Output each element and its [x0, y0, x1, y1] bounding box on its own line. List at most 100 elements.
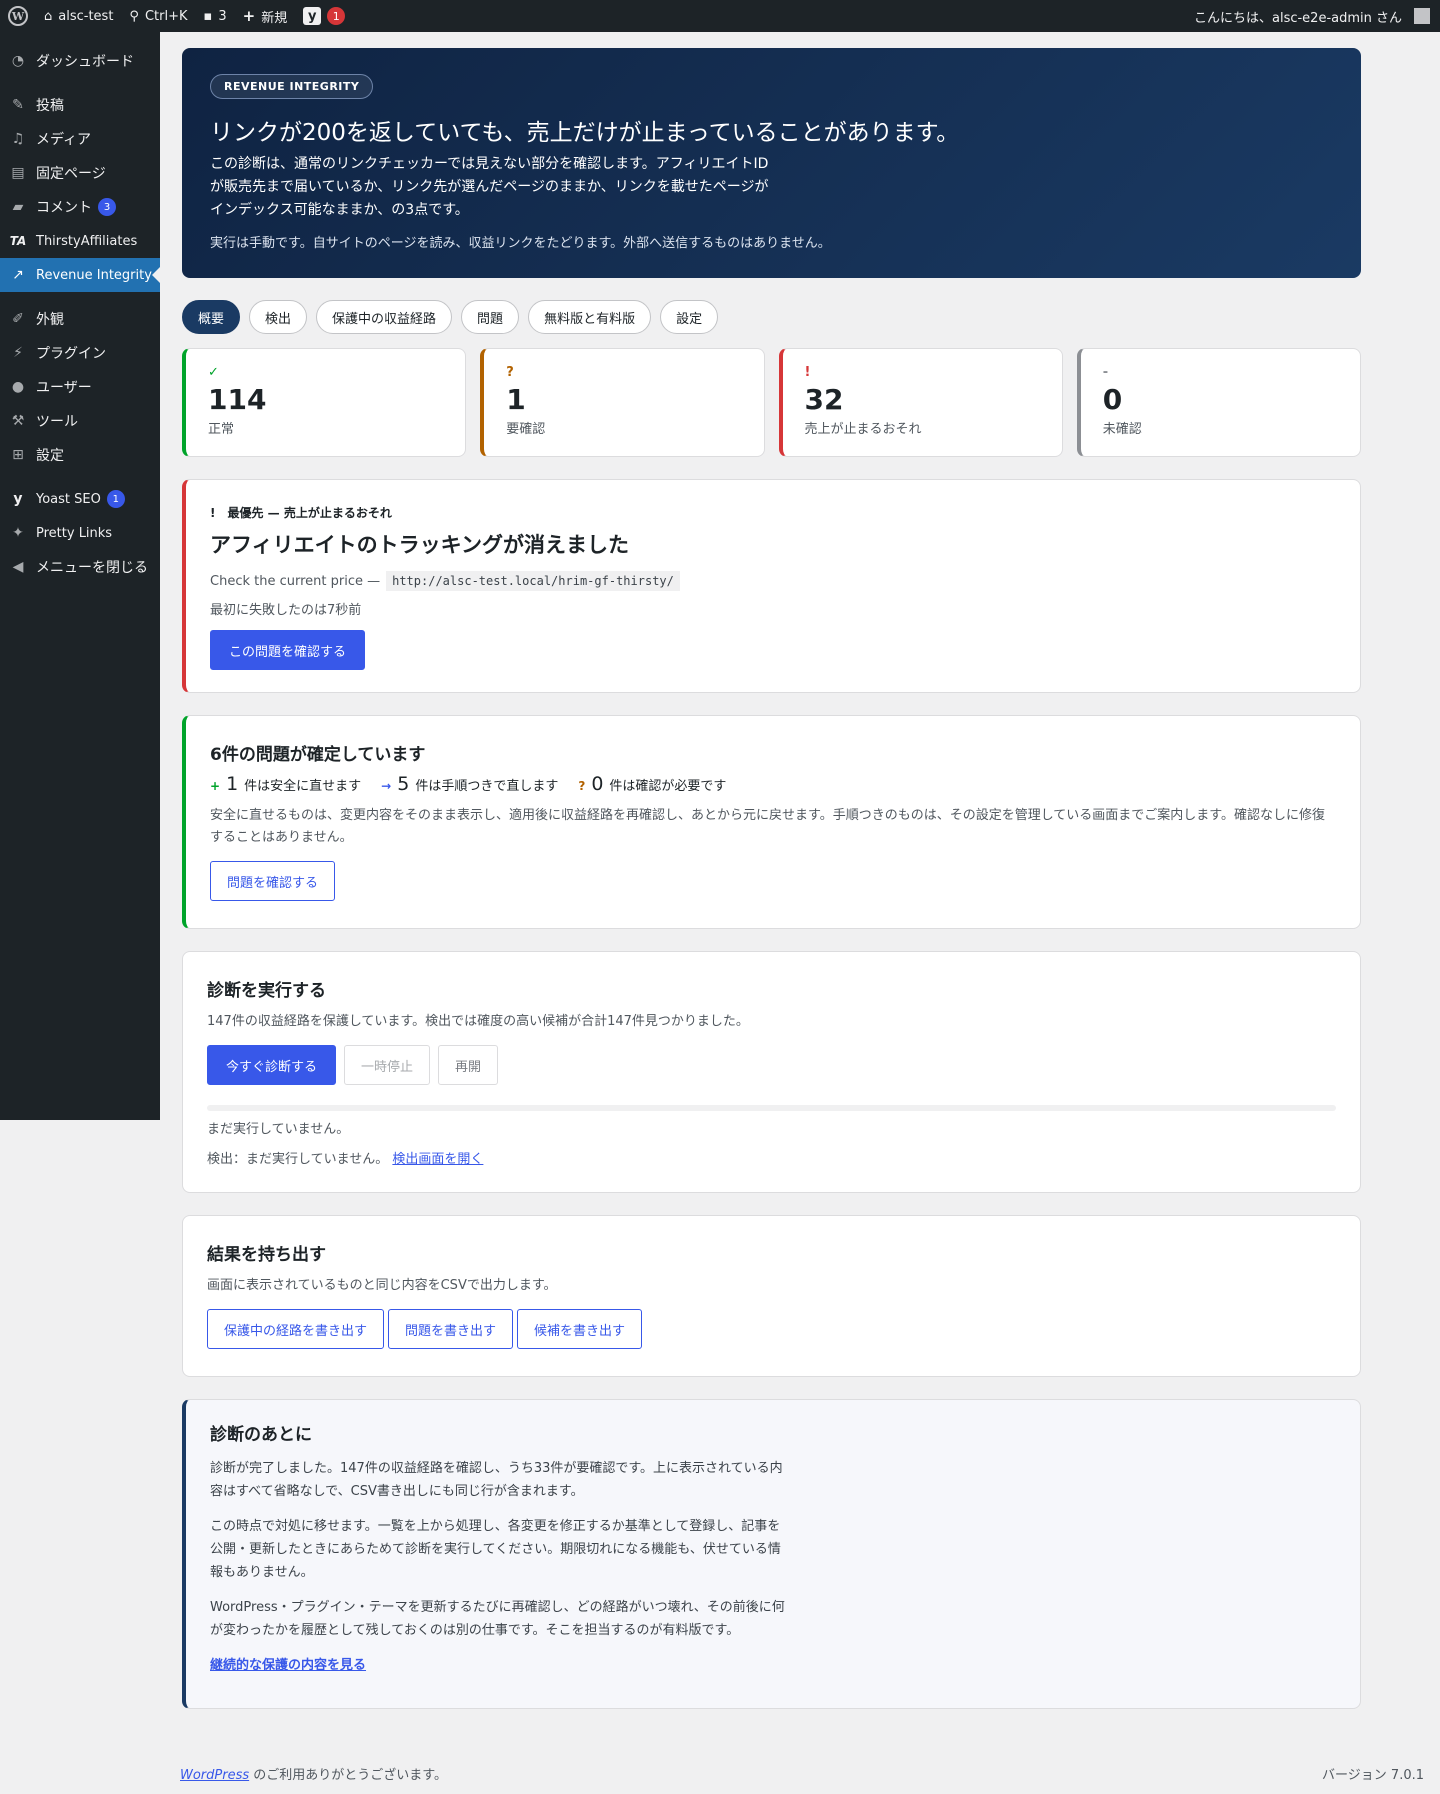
media-icon: ♫: [11, 131, 25, 147]
comments-badge: 3: [98, 198, 116, 216]
continuous-protection-link[interactable]: 継続的な保護の内容を見る: [210, 1658, 366, 1673]
stat-label: 未確認: [1102, 422, 1142, 437]
sidebar-item-label: ThirstyAffiliates: [36, 233, 138, 249]
greeting: こんにちは、alsc-e2e-admin さん: [1193, 10, 1402, 26]
export-issues-button[interactable]: 問題を書き出す: [388, 1309, 514, 1349]
wrench-icon: ⚒: [11, 413, 25, 429]
tab-detection[interactable]: 検出: [249, 300, 308, 334]
pause-button[interactable]: 一時停止: [344, 1045, 431, 1085]
footer-thanks: WordPress のご利用ありがとうございます。: [180, 1764, 447, 1783]
stat-number: 114: [208, 383, 267, 416]
plus-icon: +: [210, 779, 221, 793]
check-icon: ✓: [208, 365, 219, 380]
alert-icon: !: [804, 365, 811, 380]
tab-protected-paths[interactable]: 保護中の収益経路: [316, 300, 453, 334]
sidebar-item-label: 投稿: [36, 98, 64, 114]
site-name-menu[interactable]: ⌂ alsc-test: [36, 0, 121, 32]
command-palette[interactable]: ⚲ Ctrl+K: [121, 0, 195, 32]
sidebar-item-media[interactable]: ♫ メディア: [0, 122, 160, 156]
sidebar-item-users[interactable]: ● ユーザー: [0, 370, 160, 404]
tab-overview[interactable]: 概要: [182, 300, 241, 334]
hero-note: 実行は手動です。自サイトのページを読み、収益リンクをたどります。外部へ送信するも…: [210, 236, 831, 251]
fix-review-count: 0: [591, 773, 604, 795]
page-icon: ▤: [11, 165, 25, 181]
sidebar-collapse-menu[interactable]: ◀ メニューを閉じる: [0, 550, 160, 584]
fix-review: ? 0 件は確認が必要です: [578, 773, 726, 795]
hero-title: リンクが200を返していても、売上だけが止まっていることがあります。: [210, 120, 960, 146]
fixable-issues-card: 6件の問題が確定しています + 1 件は安全に直せます → 5 件は手順つきで直…: [182, 715, 1361, 929]
new-content-menu[interactable]: + 新規: [235, 0, 296, 32]
hero-tag: REVENUE INTEGRITY: [210, 74, 374, 99]
run-description: 147件の収益経路を保護しています。検出では確度の高い候補が合計147件見つかり…: [207, 1014, 749, 1029]
sidebar-item-comments[interactable]: ▰ コメント 3: [0, 190, 160, 224]
run-status: まだ実行していません。: [207, 1122, 350, 1137]
dashboard-icon: ◔: [11, 53, 25, 69]
comments-menu[interactable]: ▪ 3: [196, 0, 235, 32]
collapse-icon: ◀: [12, 559, 24, 575]
export-candidates-button[interactable]: 候補を書き出す: [517, 1309, 643, 1349]
sidebar-item-label: Yoast SEO: [36, 491, 101, 507]
hero-banner: REVENUE INTEGRITY リンクが200を返していても、売上だけが止ま…: [182, 48, 1361, 278]
wp-logo-menu[interactable]: W: [0, 0, 36, 32]
plus-icon: +: [242, 7, 256, 25]
fix-manual-label: 件は手順つきで直します: [415, 779, 559, 794]
stat-number: 1: [506, 383, 526, 416]
fix-safe-label: 件は安全に直せます: [244, 779, 362, 794]
export-description: 画面に表示されているものと同じ内容をCSVで出力します。: [207, 1278, 557, 1293]
sidebar-item-posts[interactable]: ✎ 投稿: [0, 88, 160, 122]
dash-icon: -: [1102, 365, 1109, 380]
sidebar-item-label: メディア: [36, 132, 92, 148]
site-name: alsc-test: [58, 8, 114, 24]
export-paths-button[interactable]: 保護中の経路を書き出す: [207, 1309, 385, 1349]
sidebar-item-revenue-integrity[interactable]: ↗ Revenue Integrity: [0, 258, 160, 292]
yoast-menu[interactable]: y 1: [295, 0, 353, 32]
sidebar-item-yoast-seo[interactable]: y Yoast SEO 1: [0, 482, 160, 516]
resume-button[interactable]: 再開: [438, 1045, 499, 1085]
sidebar-item-pages[interactable]: ▤ 固定ページ: [0, 156, 160, 190]
comment-icon: ▰: [12, 199, 24, 215]
sidebar-item-settings[interactable]: ⊞ 設定: [0, 438, 160, 472]
comment-icon: ▪: [203, 8, 213, 24]
tab-settings[interactable]: 設定: [660, 300, 719, 334]
sidebar-item-label: メニューを閉じる: [36, 560, 148, 576]
export-title: 結果を持ち出す: [207, 1245, 326, 1265]
after-title: 診断のあとに: [210, 1425, 312, 1445]
plugin-icon: ⚡: [13, 345, 23, 361]
tab-issues[interactable]: 問題: [461, 300, 520, 334]
sidebar-item-tools[interactable]: ⚒ ツール: [0, 404, 160, 438]
review-issue-button[interactable]: この問題を確認する: [210, 630, 366, 670]
run-now-button[interactable]: 今すぐ診断する: [207, 1045, 337, 1085]
sidebar-item-label: Revenue Integrity: [36, 267, 152, 283]
fixes-description: 安全に直せるものは、変更内容をそのまま表示し、適用後に収益経路を再確認し、あとか…: [210, 808, 1326, 845]
open-detection-link[interactable]: 検出画面を開く: [392, 1152, 483, 1167]
yoast-badge: 1: [106, 490, 125, 508]
chart-icon: ↗: [12, 267, 24, 283]
ta-icon: TA: [9, 234, 27, 248]
wordpress-link[interactable]: WordPress: [180, 1768, 249, 1783]
run-progress-bar: [207, 1105, 1336, 1111]
sidebar-item-appearance[interactable]: ✐ 外観: [0, 302, 160, 336]
footer-version: バージョン 7.0.1: [1322, 1768, 1424, 1783]
admin-bar: W ⌂ alsc-test ⚲ Ctrl+K ▪ 3 + 新規 y 1 こんにち…: [0, 0, 1440, 32]
tab-free-vs-pro[interactable]: 無料版と有料版: [528, 300, 652, 334]
fix-manual-count: 5: [397, 773, 410, 795]
after-paragraph-3: WordPress・プラグイン・テーマを更新するたびに再確認し、どの経路がいつ壊…: [210, 1600, 785, 1638]
search-icon: ⚲: [129, 8, 139, 24]
search-shortcut: Ctrl+K: [144, 8, 188, 24]
yoast-icon: y: [13, 491, 23, 507]
new-label: 新規: [261, 10, 288, 26]
my-account-menu[interactable]: こんにちは、alsc-e2e-admin さん: [1186, 0, 1440, 32]
sidebar-item-plugins[interactable]: ⚡ プラグイン: [0, 336, 160, 370]
sidebar-item-label: Pretty Links: [36, 525, 113, 541]
priority-url-row: Check the current price — http://alsc-te…: [210, 571, 1336, 591]
footer-thanks-text: のご利用ありがとうございます。: [249, 1768, 447, 1783]
after-diagnosis-card: 診断のあとに 診断が完了しました。147件の収益経路を確認し、うち33件が要確認…: [182, 1399, 1361, 1709]
sidebar-item-dashboard[interactable]: ◔ ダッシュボード: [0, 44, 160, 78]
sidebar-item-label: 設定: [36, 448, 64, 464]
arrow-right-icon: →: [381, 779, 392, 793]
stat-number: 0: [1102, 383, 1123, 416]
sidebar-item-thirstyaffiliates[interactable]: TA ThirstyAffiliates: [0, 224, 160, 258]
review-issues-button[interactable]: 問題を確認する: [210, 861, 336, 901]
sidebar-item-pretty-links[interactable]: ✦ Pretty Links: [0, 516, 160, 550]
run-diagnosis-card: 診断を実行する 147件の収益経路を保護しています。検出では確度の高い候補が合計…: [182, 951, 1361, 1193]
